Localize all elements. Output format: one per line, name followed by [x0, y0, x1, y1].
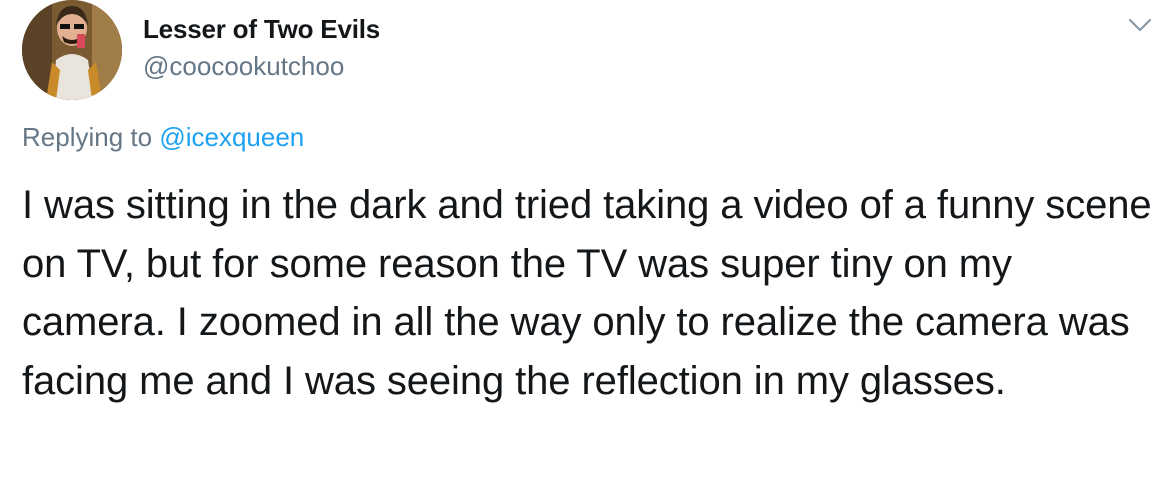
reply-handle-link[interactable]: @icexqueen	[159, 122, 304, 152]
avatar[interactable]	[22, 0, 122, 100]
replying-to: Replying to @icexqueen	[22, 120, 304, 154]
chevron-down-icon[interactable]	[1126, 14, 1154, 38]
user-handle[interactable]: @coocookutchoo	[143, 48, 380, 84]
tweet-text: I was sitting in the dark and tried taki…	[22, 183, 1152, 403]
tweet-card: Lesser of Two Evils @coocookutchoo Reply…	[0, 0, 1174, 486]
replying-to-label: Replying to	[22, 122, 160, 152]
display-name[interactable]: Lesser of Two Evils	[143, 12, 380, 46]
author-block: Lesser of Two Evils @coocookutchoo	[143, 12, 380, 84]
